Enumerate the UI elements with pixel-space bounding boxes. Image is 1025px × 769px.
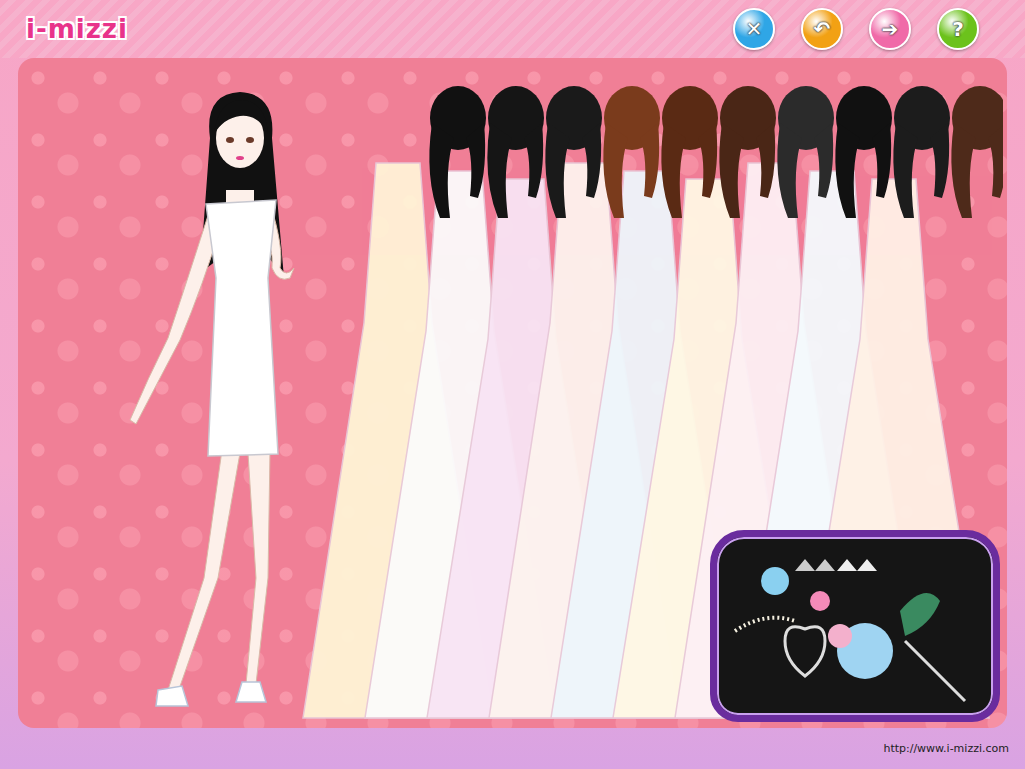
hairstyle-item[interactable]	[719, 86, 776, 218]
game-screen: i-mizzi ✕ ↶ ➔? http://www.i-mizzi.com	[0, 0, 1025, 769]
accessory-panel	[710, 530, 1000, 722]
toolbar-button[interactable]: ✕	[733, 8, 775, 50]
hairstyle-item[interactable]	[951, 86, 1003, 218]
header: i-mizzi ✕ ↶ ➔?	[0, 0, 1025, 58]
toolbar: ✕ ↶ ➔?	[733, 8, 979, 50]
flower-icon[interactable]	[810, 591, 830, 611]
hairstyle-item[interactable]	[603, 86, 660, 218]
toolbar-button[interactable]: ?	[937, 8, 979, 50]
hairstyle-item[interactable]	[777, 86, 834, 218]
feather-icon[interactable]	[900, 593, 940, 636]
hairstyle-item[interactable]	[835, 86, 892, 218]
rose-icon[interactable]	[828, 624, 852, 648]
hairstyle-item[interactable]	[429, 86, 486, 218]
crown-icon[interactable]	[837, 559, 877, 571]
model-figure	[108, 78, 348, 718]
toolbar-button[interactable]: ↶	[801, 8, 843, 50]
accessories-icon	[725, 541, 985, 711]
hairstyle-item[interactable]	[893, 86, 950, 218]
hairstyle-item[interactable]	[661, 86, 718, 218]
pearls-icon[interactable]	[735, 618, 795, 631]
dressing-stage	[18, 58, 1007, 728]
tiara-icon[interactable]	[795, 559, 835, 571]
logo: i-mizzi	[26, 14, 128, 44]
hairstyle-item[interactable]	[487, 86, 544, 218]
fan-icon[interactable]	[905, 641, 965, 701]
toolbar-button[interactable]: ➔	[869, 8, 911, 50]
heart-necklace-icon[interactable]	[785, 627, 825, 676]
site-url[interactable]: http://www.i-mizzi.com	[883, 742, 1009, 755]
hairstyle-item[interactable]	[545, 86, 602, 218]
footer: http://www.i-mizzi.com	[0, 728, 1025, 769]
bouquet-icon[interactable]	[761, 567, 789, 595]
